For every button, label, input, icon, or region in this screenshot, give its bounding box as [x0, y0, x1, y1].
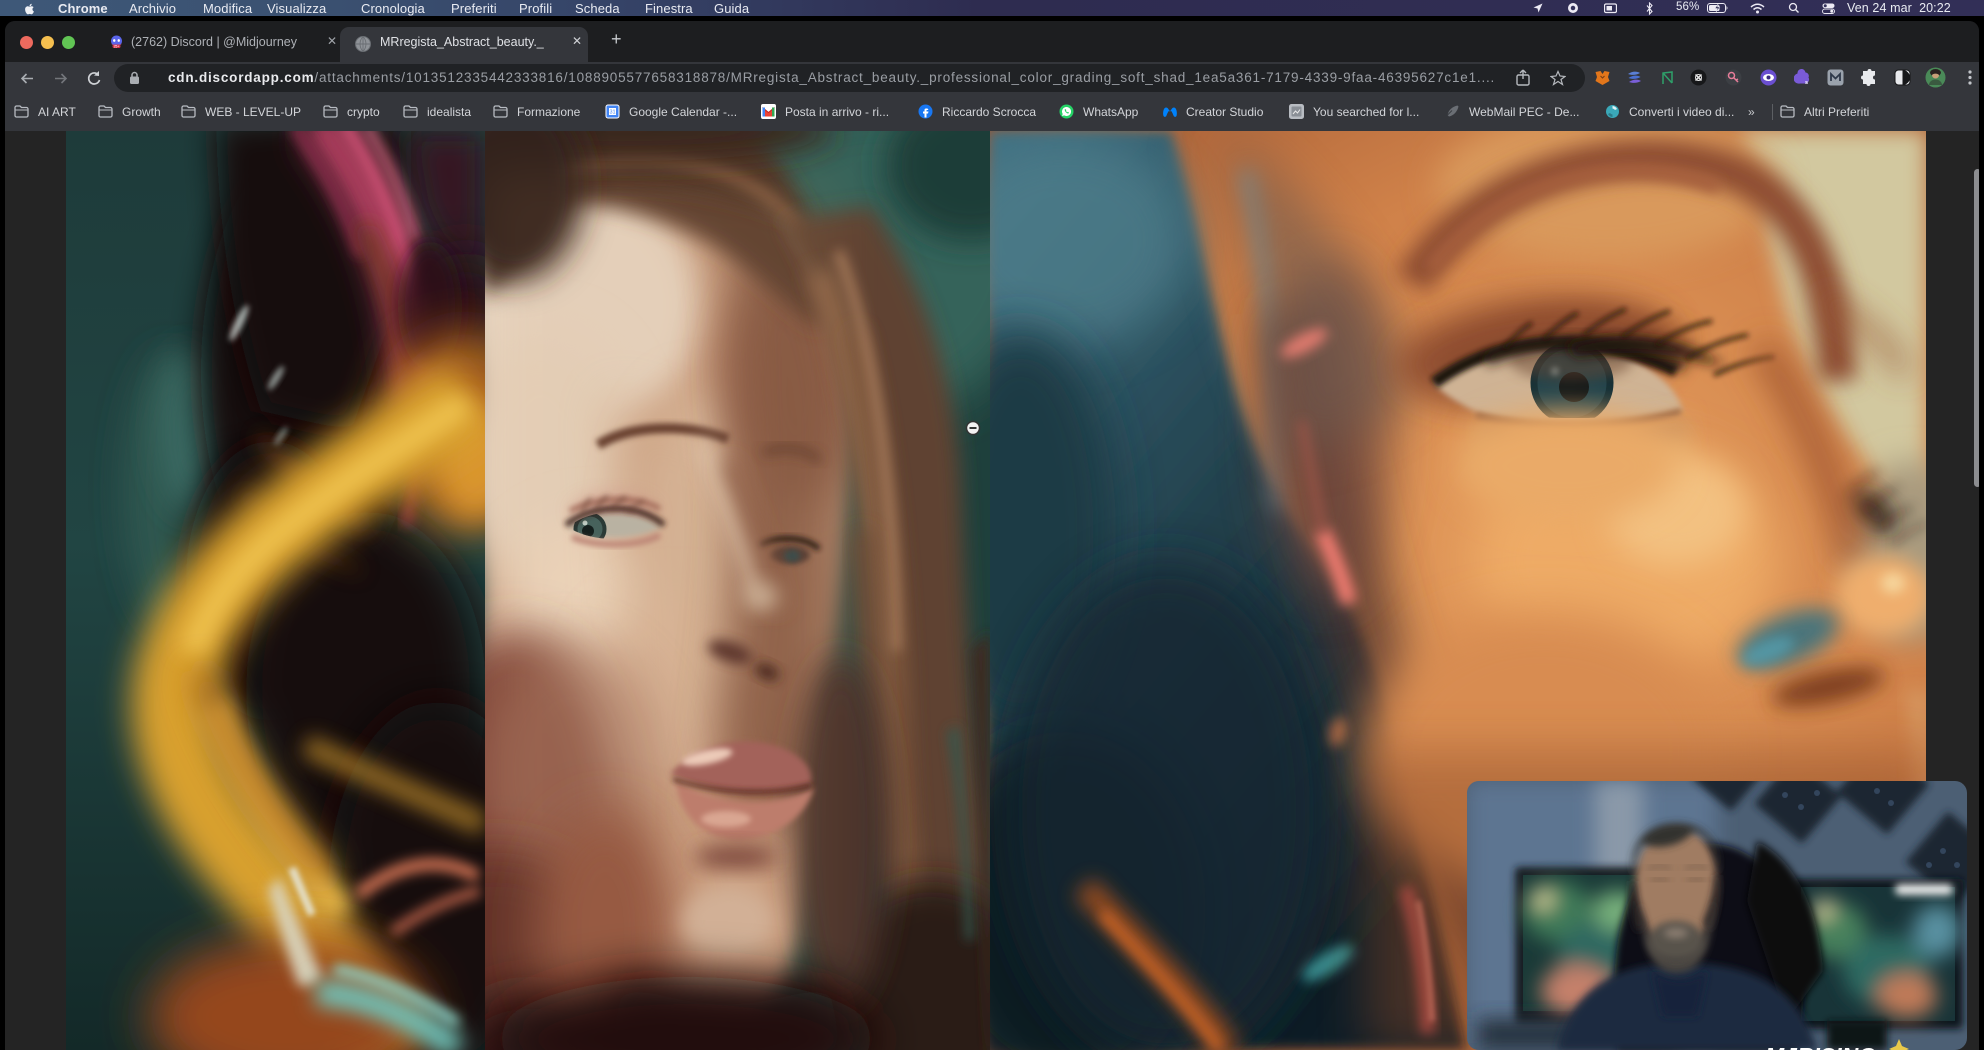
svg-text:s: s [1805, 80, 1808, 86]
svg-text:MJRISING: MJRISING [1765, 1043, 1876, 1050]
svg-text:31: 31 [609, 110, 615, 116]
svg-text:25+: 25+ [114, 45, 120, 49]
